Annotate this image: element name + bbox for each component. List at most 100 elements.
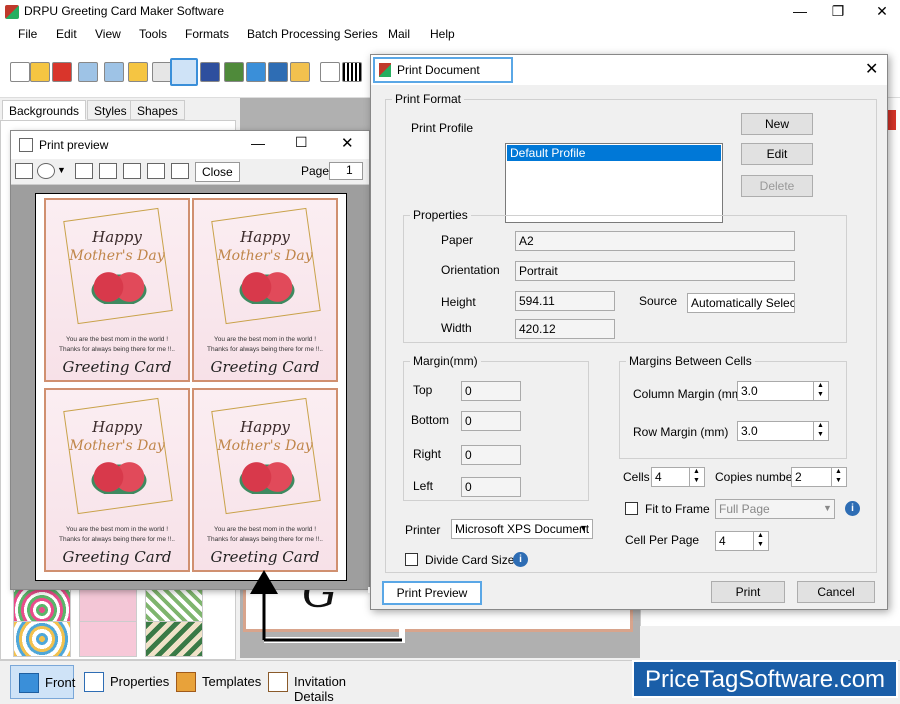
printer-select[interactable]: Microsoft XPS Document Writer: [451, 519, 593, 539]
bottom-margin-field[interactable]: 0: [461, 411, 521, 431]
menu-view[interactable]: View: [95, 27, 121, 41]
open-icon[interactable]: [30, 62, 50, 82]
menu-batch-processing[interactable]: Batch Processing Series: [247, 27, 378, 41]
card-frame: [211, 397, 321, 515]
print-document-body: Print Format Print Profile Default Profi…: [371, 85, 887, 609]
new-icon[interactable]: [10, 62, 30, 82]
four-pages-icon[interactable]: [147, 163, 165, 179]
column-margin-spin-icon[interactable]: ▲ ▼: [813, 381, 827, 401]
top-margin-field[interactable]: 0: [461, 381, 521, 401]
divide-card-label: Divide Card Size: [425, 553, 515, 567]
source-field[interactable]: Automatically Select: [687, 293, 795, 313]
print-preview-button[interactable]: Print Preview: [382, 581, 482, 605]
orientation-field[interactable]: Portrait: [515, 261, 795, 281]
margin-label: Margin(mm): [410, 354, 481, 368]
menu-tools[interactable]: Tools: [139, 27, 167, 41]
save-icon[interactable]: [78, 62, 98, 82]
pen-icon[interactable]: [268, 62, 288, 82]
print-icon[interactable]: [170, 58, 198, 86]
background-thumbnail[interactable]: [79, 621, 137, 657]
fit-to-frame-dropdown-icon[interactable]: ▼: [823, 503, 832, 513]
cancel-button[interactable]: Cancel: [797, 581, 875, 603]
copies-spin-icon[interactable]: ▲ ▼: [831, 467, 845, 487]
zoom-icon[interactable]: [37, 163, 55, 179]
one-page-icon[interactable]: [75, 163, 93, 179]
divide-card-info-icon[interactable]: i: [513, 552, 528, 567]
shapes-icon[interactable]: [290, 62, 310, 82]
tab-properties[interactable]: Properties: [76, 665, 169, 699]
cells-margin-label: Margins Between Cells: [626, 354, 755, 368]
right-margin-field[interactable]: 0: [461, 445, 521, 465]
minimize-icon[interactable]: —: [780, 0, 820, 24]
width-field[interactable]: 420.12: [515, 319, 615, 339]
new-profile-button[interactable]: New: [741, 113, 813, 135]
height-label: Height: [441, 295, 476, 309]
menu-help[interactable]: Help: [430, 27, 455, 41]
print-profile-list[interactable]: Default Profile: [505, 143, 723, 223]
pp-maximize-icon[interactable]: ☐: [295, 134, 308, 151]
card-footer: Greeting Card: [210, 548, 320, 566]
row-margin-spin-icon[interactable]: ▲ ▼: [813, 421, 827, 441]
printer-dropdown-icon[interactable]: ▼: [579, 523, 588, 533]
paper-field[interactable]: A2: [515, 231, 795, 251]
mail-icon[interactable]: [200, 62, 220, 82]
fit-to-frame-select[interactable]: Full Page: [715, 499, 835, 519]
pp-minimize-icon[interactable]: —: [251, 135, 265, 151]
tab-backgrounds[interactable]: Backgrounds: [2, 100, 87, 120]
pp-close-icon[interactable]: ✕: [341, 134, 354, 152]
flower-image: [84, 270, 154, 304]
invitation-details-icon: [268, 672, 288, 692]
tab-shapes[interactable]: Shapes: [130, 100, 185, 120]
dialog-close-icon[interactable]: ✕: [865, 59, 878, 79]
menu-mail[interactable]: Mail: [388, 27, 410, 41]
close-icon[interactable]: ✕: [862, 0, 900, 24]
crop-icon[interactable]: [224, 62, 244, 82]
maximize-icon[interactable]: ❐: [818, 0, 858, 24]
window-title: DRPU Greeting Card Maker Software: [24, 4, 225, 18]
print-button[interactable]: Print: [711, 581, 785, 603]
background-thumbnail[interactable]: [13, 621, 71, 657]
two-pages-icon[interactable]: [99, 163, 117, 179]
tab-templates[interactable]: Templates: [168, 665, 261, 699]
print-setup-icon[interactable]: [152, 62, 172, 82]
card-footer: Greeting Card: [62, 548, 172, 566]
three-pages-icon[interactable]: [123, 163, 141, 179]
menu-file[interactable]: File: [18, 27, 37, 41]
tab-front[interactable]: Front: [10, 665, 75, 699]
text-art-icon[interactable]: [320, 62, 340, 82]
close-file-icon[interactable]: [52, 62, 72, 82]
six-pages-icon[interactable]: [171, 163, 189, 179]
fit-to-frame-checkbox[interactable]: [625, 502, 638, 515]
pp-close-button[interactable]: Close: [195, 162, 240, 182]
print-profile-label: Print Profile: [411, 121, 474, 135]
export-icon[interactable]: [128, 62, 148, 82]
zoom-dropdown-icon[interactable]: ▼: [57, 165, 66, 175]
card-text2: Thanks for always being there for me !!.…: [59, 536, 175, 543]
print-document-dialog: Print Document ✕ Print Format Print Prof…: [370, 54, 888, 610]
left-margin-field[interactable]: 0: [461, 477, 521, 497]
cells-spin-icon[interactable]: ▲ ▼: [689, 467, 703, 487]
card-line1: Happy: [92, 228, 142, 246]
background-thumbnail[interactable]: [145, 621, 203, 657]
pp-print-icon[interactable]: [15, 163, 33, 179]
cell-per-page-spin-icon[interactable]: ▲ ▼: [753, 531, 767, 551]
card-text1: You are the best mom in the world !: [213, 526, 316, 533]
menu-formats[interactable]: Formats: [185, 27, 229, 41]
image-icon[interactable]: [246, 62, 266, 82]
edit-profile-button[interactable]: Edit: [741, 143, 813, 165]
page-stepper[interactable]: 1: [329, 162, 363, 180]
delete-profile-button[interactable]: Delete: [741, 175, 813, 197]
card-frame: [63, 397, 173, 515]
card-text1: You are the best mom in the world !: [65, 526, 168, 533]
divide-card-checkbox[interactable]: [405, 553, 418, 566]
top-label: Top: [413, 383, 433, 397]
card-line2: Mother's Day: [217, 248, 313, 264]
save-as-icon[interactable]: [104, 62, 124, 82]
barcode-icon[interactable]: [342, 62, 362, 82]
menu-edit[interactable]: Edit: [56, 27, 77, 41]
tab-invitation-details[interactable]: Invitation Details: [260, 665, 390, 704]
height-field[interactable]: 594.11: [515, 291, 615, 311]
profile-item[interactable]: Default Profile: [507, 145, 721, 161]
tab-styles[interactable]: Styles: [87, 100, 134, 120]
fit-to-frame-info-icon[interactable]: i: [845, 501, 860, 516]
